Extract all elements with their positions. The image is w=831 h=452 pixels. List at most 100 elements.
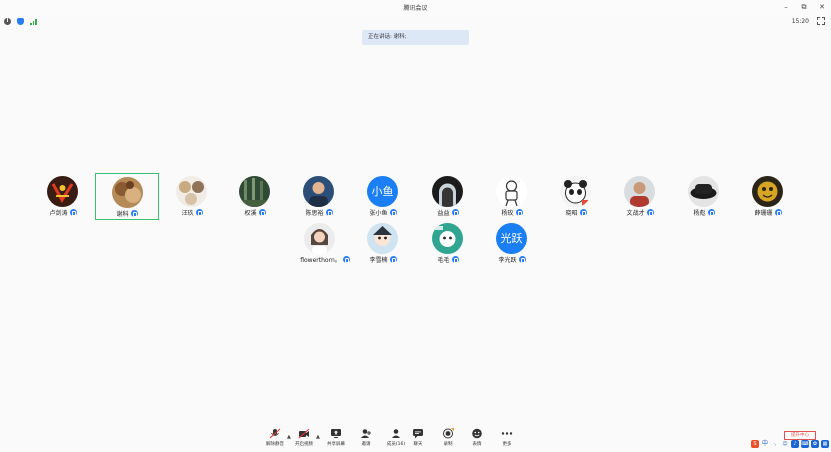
participant-tile[interactable]: 文战才 xyxy=(608,173,672,219)
more-button[interactable]: 更多 xyxy=(492,428,522,450)
participant-name: 杨彪 xyxy=(693,210,706,217)
window-title: 腾讯会议 xyxy=(403,5,428,12)
fullscreen-icon[interactable] xyxy=(817,17,825,25)
participant-name: 李光跃 xyxy=(498,257,517,264)
add-user-icon xyxy=(361,429,371,438)
skin-icon[interactable]: ✿ xyxy=(811,440,819,448)
participant-tile[interactable]: 卢剑涛 xyxy=(31,173,95,219)
participant-name: 文战才 xyxy=(626,210,645,217)
system-tray: S 中 ·, ☺ ♪ ⌨ ✿ ▦ xyxy=(751,438,829,450)
window-controls: – ⧉ ✕ xyxy=(781,2,827,12)
participant-tile[interactable]: 杨彪 xyxy=(672,173,736,219)
avatar xyxy=(624,176,655,207)
avatar xyxy=(367,223,398,254)
meeting-window: 腾讯会议 – ⧉ ✕ i 15:20 正在讲话: 谢科; 卢剑涛 谢科 汪玖 权… xyxy=(0,0,831,452)
participant-tile[interactable]: 汪玖 xyxy=(160,173,224,219)
participant-name: 卢剑涛 xyxy=(49,210,68,217)
participant-tile[interactable]: 杨玫 xyxy=(480,173,544,219)
camera-off-icon xyxy=(298,428,310,439)
info-icon[interactable]: i xyxy=(4,18,11,25)
close-button[interactable]: ✕ xyxy=(817,2,827,12)
video-options-caret[interactable]: ▲ xyxy=(316,434,320,440)
mic-muted-icon xyxy=(451,256,459,263)
participant-tile[interactable]: 光跃 李光跃 xyxy=(480,220,544,266)
participant-name: 薛珊珊 xyxy=(754,210,773,217)
participant-name: flowerthorn。 xyxy=(300,257,341,264)
restore-button[interactable]: ⧉ xyxy=(799,2,809,12)
mic-muted-icon xyxy=(342,256,350,263)
emoji-tray-icon[interactable]: ☺ xyxy=(781,440,789,448)
sogou-input-icon[interactable]: S xyxy=(751,440,759,448)
participant-tile[interactable]: 陈思裕 xyxy=(287,173,351,219)
participant-name: 益益 xyxy=(437,210,450,217)
participant-name: 毛毛 xyxy=(437,257,450,264)
mic-muted-icon xyxy=(451,209,459,216)
mic-muted-icon xyxy=(646,209,654,216)
avatar xyxy=(239,176,270,207)
participant-name: 汪玖 xyxy=(181,210,194,217)
start-video-button[interactable]: 开启视频 xyxy=(289,428,319,450)
avatar xyxy=(496,176,527,207)
share-screen-button[interactable]: 共享屏幕 xyxy=(321,428,351,450)
participant-tile[interactable]: 李雪楠 xyxy=(351,220,415,266)
avatar xyxy=(304,223,335,254)
participant-tile[interactable]: 权溪 xyxy=(223,173,287,219)
avatar xyxy=(688,176,719,207)
avatar xyxy=(47,176,78,207)
avatar: 小鱼 xyxy=(367,176,398,207)
mic-muted-icon xyxy=(518,256,526,263)
avatar xyxy=(432,176,463,207)
avatar xyxy=(752,176,783,207)
participant-tile[interactable]: 益益 xyxy=(416,173,480,219)
shield-icon[interactable] xyxy=(17,18,24,25)
minimize-button[interactable]: – xyxy=(781,2,791,12)
participant-name: 杨玫 xyxy=(501,210,514,217)
mic-muted-icon xyxy=(389,209,397,216)
punctuation-icon[interactable]: ·, xyxy=(771,440,779,448)
keyboard-icon[interactable]: ⌨ xyxy=(801,440,809,448)
mic-tray-icon[interactable]: ♪ xyxy=(791,440,799,448)
avatar xyxy=(176,176,207,207)
avatar: 光跃 xyxy=(496,223,527,254)
participant-tile[interactable]: 毛毛 xyxy=(416,220,480,266)
chat-button[interactable]: 聊天 xyxy=(403,428,433,450)
avatar xyxy=(303,176,334,207)
mic-muted-icon xyxy=(579,209,587,216)
ime-mode-indicator[interactable]: 中 xyxy=(761,440,769,448)
chat-icon xyxy=(413,429,423,439)
toolbox-icon[interactable]: ▦ xyxy=(821,440,829,448)
participant-tile[interactable]: 薛珊珊 xyxy=(736,173,800,219)
members-icon xyxy=(392,429,400,438)
emoji-button[interactable]: 表情 xyxy=(462,428,492,450)
participant-tile[interactable]: 晓昭 xyxy=(544,173,608,219)
title-bar: 腾讯会议 – ⧉ ✕ xyxy=(0,0,831,16)
participant-tile-active[interactable]: 谢科 xyxy=(95,173,159,220)
avatar xyxy=(432,223,463,254)
share-screen-icon xyxy=(331,429,341,438)
speaking-banner: 正在讲话: 谢科; xyxy=(362,30,469,45)
record-icon xyxy=(443,428,454,439)
participant-name: 李雪楠 xyxy=(369,257,388,264)
mic-muted-icon xyxy=(515,209,523,216)
participant-tile[interactable]: 小鱼 张小鱼 xyxy=(351,173,415,219)
invite-button[interactable]: 邀请 xyxy=(351,428,381,450)
mic-muted-icon xyxy=(130,210,138,217)
mic-muted-icon xyxy=(325,209,333,216)
meeting-time: 15:20 xyxy=(791,18,809,25)
avatar xyxy=(560,176,591,207)
emoji-icon xyxy=(472,428,482,439)
mic-muted-icon xyxy=(195,209,203,216)
mic-off-icon xyxy=(269,428,281,439)
mic-muted-icon xyxy=(774,209,782,216)
avatar xyxy=(112,177,143,208)
participant-name: 晓昭 xyxy=(565,210,578,217)
mic-muted-icon xyxy=(389,256,397,263)
unmute-button[interactable]: 解除静音 xyxy=(260,428,290,450)
participant-name: 陈思裕 xyxy=(305,210,324,217)
meeting-toolbar: 解除静音 ▲ 开启视频 ▲ 共享屏幕 邀请 成员(16) 聊天 录制 表情 更多 xyxy=(0,426,831,452)
participant-name: 权溪 xyxy=(244,210,257,217)
more-icon xyxy=(501,432,513,435)
info-bar: i 15:20 xyxy=(0,16,831,28)
signal-icon[interactable] xyxy=(30,18,37,25)
record-button[interactable]: 录制 xyxy=(433,428,463,450)
